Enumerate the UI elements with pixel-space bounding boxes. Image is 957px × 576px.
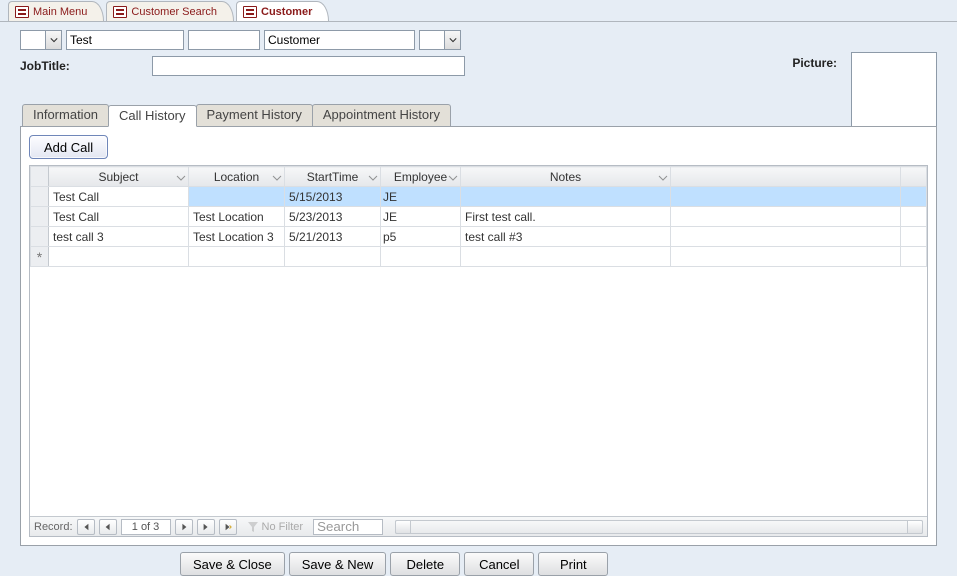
delete-button[interactable]: Delete: [390, 552, 460, 576]
form-icon: [15, 6, 29, 18]
picture-label: Picture:: [792, 56, 837, 70]
subtab-call-history[interactable]: Call History: [108, 105, 196, 127]
table-header-row: Subject Location StartTime Employee Note…: [31, 167, 927, 187]
tab-customer[interactable]: Customer: [236, 1, 329, 21]
form-action-buttons: Save & Close Save & New Delete Cancel Pr…: [20, 546, 937, 576]
record-navigator: Record: 1 of 3 No Filter: [30, 516, 927, 536]
col-blank[interactable]: [671, 167, 901, 187]
table-row[interactable]: Test Call Test Location 5/23/2013 JE Fir…: [31, 207, 927, 227]
customer-name-row: [20, 30, 937, 50]
col-employee[interactable]: Employee: [381, 167, 461, 187]
subform-panel: Add Call: [20, 126, 937, 546]
horizontal-scrollbar[interactable]: [395, 520, 923, 534]
table-row[interactable]: test call 3 Test Location 3 5/21/2013 p5…: [31, 227, 927, 247]
save-close-button[interactable]: Save & Close: [180, 552, 285, 576]
subtab-payment-history[interactable]: Payment History: [196, 104, 313, 126]
col-add[interactable]: [901, 167, 927, 187]
cancel-button[interactable]: Cancel: [464, 552, 534, 576]
cell-blank[interactable]: [671, 207, 901, 227]
subform-tab-strip: Information Call History Payment History…: [20, 104, 937, 126]
last-name-field[interactable]: [264, 30, 415, 50]
save-new-button[interactable]: Save & New: [289, 552, 387, 576]
add-call-button[interactable]: Add Call: [29, 135, 108, 159]
cell-blank[interactable]: [901, 207, 927, 227]
cell-employee[interactable]: JE: [381, 207, 461, 227]
nav-next-button[interactable]: [175, 519, 193, 535]
cell-location[interactable]: Test Location: [189, 207, 285, 227]
nav-prev-button[interactable]: [99, 519, 117, 535]
tab-label: Main Menu: [33, 6, 87, 18]
col-subject[interactable]: Subject: [49, 167, 189, 187]
form-icon: [113, 6, 127, 18]
cell-employee[interactable]: JE: [381, 187, 461, 207]
cell-blank[interactable]: [49, 247, 189, 267]
cell-start-time[interactable]: 5/21/2013: [285, 227, 381, 247]
cell-notes[interactable]: test call #3: [461, 227, 671, 247]
nav-new-button[interactable]: [219, 519, 237, 535]
nav-first-button[interactable]: [77, 519, 95, 535]
table-row-new[interactable]: *: [31, 247, 927, 267]
cell-blank[interactable]: [901, 247, 927, 267]
cell-start-time[interactable]: 5/15/2013: [285, 187, 381, 207]
chevron-down-icon[interactable]: [45, 31, 61, 49]
calls-table: Subject Location StartTime Employee Note…: [30, 166, 927, 267]
calls-datasheet: Subject Location StartTime Employee Note…: [29, 165, 928, 537]
datasheet-empty-area: [30, 267, 927, 516]
chevron-down-icon[interactable]: [272, 172, 282, 182]
new-record-icon[interactable]: *: [31, 247, 49, 267]
cell-start-time[interactable]: 5/23/2013: [285, 207, 381, 227]
first-name-field[interactable]: [66, 30, 184, 50]
cell-blank[interactable]: [671, 247, 901, 267]
row-selector[interactable]: [31, 187, 49, 207]
col-location[interactable]: Location: [189, 167, 285, 187]
form-icon: [243, 6, 257, 18]
cell-blank[interactable]: [901, 227, 927, 247]
cell-employee[interactable]: p5: [381, 227, 461, 247]
record-position[interactable]: 1 of 3: [121, 519, 171, 535]
prefix-combo[interactable]: [20, 30, 62, 50]
cell-blank[interactable]: [189, 247, 285, 267]
tab-label: Customer Search: [131, 6, 217, 18]
cell-blank[interactable]: [461, 247, 671, 267]
cell-location[interactable]: [189, 187, 285, 207]
nav-search-input[interactable]: [313, 519, 383, 535]
suffix-combo[interactable]: [419, 30, 461, 50]
chevron-down-icon[interactable]: [444, 31, 460, 49]
print-button[interactable]: Print: [538, 552, 608, 576]
cell-subject[interactable]: test call 3: [49, 227, 189, 247]
record-label: Record:: [34, 521, 73, 533]
subtab-information[interactable]: Information: [22, 104, 109, 126]
col-notes[interactable]: Notes: [461, 167, 671, 187]
cell-notes[interactable]: First test call.: [461, 207, 671, 227]
cell-blank[interactable]: [671, 187, 901, 207]
subtab-appointment-history[interactable]: Appointment History: [312, 104, 451, 126]
filter-indicator[interactable]: No Filter: [247, 521, 304, 533]
job-title-field[interactable]: [152, 56, 465, 76]
tab-label: Customer: [261, 6, 312, 18]
row-selector[interactable]: [31, 227, 49, 247]
chevron-down-icon[interactable]: [368, 172, 378, 182]
col-start-time[interactable]: StartTime: [285, 167, 381, 187]
middle-name-field[interactable]: [188, 30, 260, 50]
row-selector[interactable]: [31, 207, 49, 227]
chevron-down-icon[interactable]: [448, 172, 458, 182]
chevron-down-icon[interactable]: [658, 172, 668, 182]
cell-subject[interactable]: Test Call: [49, 187, 189, 207]
cell-blank[interactable]: [285, 247, 381, 267]
cell-blank[interactable]: [901, 187, 927, 207]
document-tab-strip: Main Menu Customer Search Customer: [0, 0, 957, 22]
funnel-icon: [247, 521, 259, 533]
cell-blank[interactable]: [381, 247, 461, 267]
cell-blank[interactable]: [671, 227, 901, 247]
select-all-cell[interactable]: [31, 167, 49, 187]
job-title-label: JobTitle:: [20, 59, 80, 73]
tab-customer-search[interactable]: Customer Search: [106, 1, 234, 21]
cell-notes[interactable]: [461, 187, 671, 207]
chevron-down-icon[interactable]: [176, 172, 186, 182]
cell-location[interactable]: Test Location 3: [189, 227, 285, 247]
tab-main-menu[interactable]: Main Menu: [8, 1, 104, 21]
cell-subject[interactable]: Test Call: [49, 207, 189, 227]
nav-last-button[interactable]: [197, 519, 215, 535]
table-row[interactable]: Test Call 5/15/2013 JE: [31, 187, 927, 207]
